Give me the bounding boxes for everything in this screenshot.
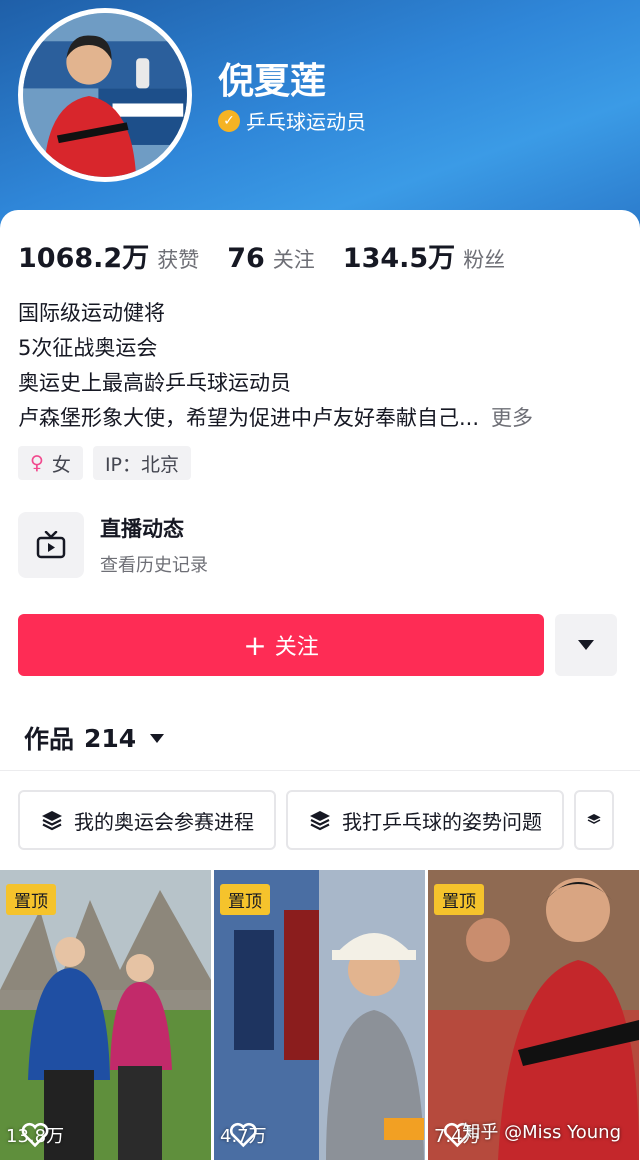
ip-location-label: IP：北京 [104,453,179,476]
live-text: 直播动态 查看历史记录 [100,513,208,577]
bio-line-text: 卢森堡形象大使，希望为促进中卢友好奉献自己... [18,406,480,430]
collection-chip-partial[interactable] [574,790,614,850]
more-options-button[interactable] [555,614,617,676]
live-history-entry[interactable]: 直播动态 查看历史记录 [18,512,208,578]
bio-more-link[interactable]: 更多 [491,406,533,430]
collection-label: 我打乒乓球的姿势问题 [342,809,542,834]
collection-chip[interactable]: 我的奥运会参赛进程 [18,790,276,850]
bio-line: 奥运史上最高龄乒乓球运动员 [18,371,291,395]
pinned-badge: 置顶 [434,884,484,915]
stat-value: 134.5万 [342,243,456,274]
stat-value: 76 [227,243,265,274]
collections-row: 我的奥运会参赛进程 我打乒乓球的姿势问题 [18,790,614,850]
works-count: 214 [84,723,137,753]
verified-label: 乒乓球运动员 [246,110,366,134]
profile-name: 倪夏莲 [218,61,327,102]
heart-icon [229,1122,257,1148]
video-thumbnail[interactable]: 置顶 4.7万 [214,870,425,1160]
live-tv-icon [18,512,84,578]
bio-line-last: 卢森堡形象大使，希望为促进中卢友好奉献自己... 更多 [18,401,622,436]
stat-following[interactable]: 76 关注 [227,243,315,274]
works-label: 作品 [24,725,75,754]
bio-line: 国际级运动健将 [18,301,165,325]
gender-label: 女 [51,453,71,476]
live-title: 直播动态 [100,517,184,541]
plus-icon: + [243,628,267,662]
ip-location-tag: IP：北京 [92,446,191,480]
bio: 国际级运动健将 5次征战奥运会 奥运史上最高龄乒乓球运动员 卢森堡形象大使，希望… [18,296,622,436]
profile-card: 1068.2万 获赞 76 关注 134.5万 粉丝 国际级运动健将 5次征战奥… [0,210,640,1160]
pinned-badge: 置顶 [6,884,56,915]
stat-likes: 1068.2万 获赞 [18,236,199,275]
heart-icon [21,1122,49,1148]
divider [0,770,640,771]
video-likes: 4.7万 [220,1122,267,1148]
video-likes: 13.8万 [6,1122,64,1148]
stat-label: 关注 [272,248,315,272]
avatar-photo [23,13,187,177]
video-thumbnail[interactable]: 置顶 13.8万 [0,870,211,1160]
tv-icon [36,531,66,559]
follow-label: 关注 [274,635,319,660]
stat-label: 粉丝 [463,248,506,272]
gender-tag: ♀ 女 [18,446,83,480]
video-thumbnail[interactable]: 置顶 7.4万 知乎 @Miss Young [428,870,639,1160]
verified-badge-icon: ✓ [218,109,240,132]
collection-label: 我的奥运会参赛进程 [74,809,254,834]
pinned-badge: 置顶 [220,884,270,915]
stat-value: 1068.2万 [18,243,150,274]
profile-tags: ♀ 女 IP：北京 [18,446,191,480]
tab-works[interactable]: 作品 214 [24,720,165,756]
follow-button[interactable]: + 关注 [18,614,544,676]
stats-row: 1068.2万 获赞 76 关注 134.5万 粉丝 [18,236,533,275]
bio-line: 5次征战奥运会 [18,336,158,360]
female-icon: ♀ [30,452,44,474]
triangle-down-icon [150,733,165,743]
avatar[interactable] [18,8,192,182]
layers-icon [42,811,62,831]
watermark: 知乎 @Miss Young [462,1122,621,1143]
stat-label: 获赞 [157,248,200,272]
layers-icon [310,811,330,831]
stat-followers[interactable]: 134.5万 粉丝 [343,236,505,275]
layers-icon [587,814,601,824]
video-grid: 置顶 13.8万 置顶 4.7万 置顶 7.4万 知乎 @Miss Young [0,870,640,1160]
live-subtitle: 查看历史记录 [100,555,208,576]
verification-row: ✓ 乒乓球运动员 [218,106,366,135]
triangle-down-icon [578,640,594,650]
collection-chip[interactable]: 我打乒乓球的姿势问题 [286,790,564,850]
